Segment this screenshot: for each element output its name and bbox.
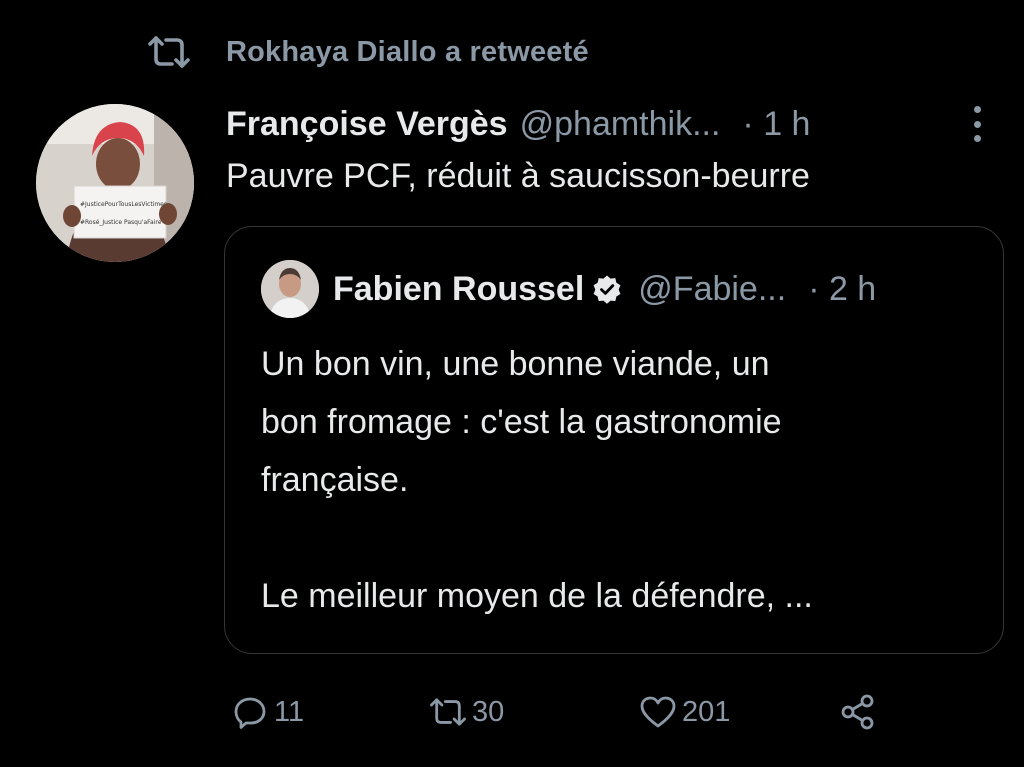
avatar-sign-line2: #Rosé_Justice Pasqu'aFaire xyxy=(80,219,162,226)
tweet-actions: 11 30 201 xyxy=(226,686,946,738)
more-options-icon[interactable] xyxy=(970,106,984,142)
heart-icon xyxy=(636,690,680,734)
tweet-header: Françoise Vergès @phamthik... · 1 h xyxy=(226,100,994,148)
quoted-tweet-header: Fabien Roussel @Fabie... · 2 h xyxy=(261,259,983,319)
author-handle[interactable]: @phamthik... xyxy=(520,105,721,144)
verified-badge-icon xyxy=(592,273,624,305)
retweet-count: 30 xyxy=(472,695,505,728)
quoted-tweet-time[interactable]: · 2 h xyxy=(808,270,876,309)
share-button[interactable] xyxy=(836,686,880,738)
quoted-text-paragraph: Le meilleur moyen de la défendre, ... xyxy=(261,577,813,615)
quoted-author-avatar[interactable] xyxy=(261,260,319,318)
quoted-author-name[interactable]: Fabien Roussel xyxy=(333,270,584,309)
retweet-icon xyxy=(426,690,470,734)
retweet-icon xyxy=(146,35,192,69)
share-icon xyxy=(836,690,880,734)
quoted-text-line: française. xyxy=(261,461,409,499)
tweet-time[interactable]: · 1 h xyxy=(742,105,810,144)
retweet-button[interactable]: 30 xyxy=(426,686,504,738)
tweet-text: Pauvre PCF, réduit à saucisson-beurre xyxy=(226,157,810,195)
quoted-author-handle[interactable]: @Fabie... xyxy=(638,270,786,309)
quoted-tweet[interactable]: Fabien Roussel @Fabie... · 2 h Un bon vi… xyxy=(224,226,1004,654)
like-count: 201 xyxy=(682,695,731,728)
author-name[interactable]: Françoise Vergès xyxy=(226,105,508,144)
reply-count: 11 xyxy=(274,695,305,728)
like-button[interactable]: 201 xyxy=(636,686,730,738)
reply-button[interactable]: 11 xyxy=(228,686,304,738)
avatar-sign-line1: #JusticePourTousLesVictimes xyxy=(80,201,167,208)
quoted-tweet-text: Un bon vin, une bonne viande, un bon fro… xyxy=(261,335,961,625)
reply-icon xyxy=(228,690,272,734)
retweet-context-label: Rokhaya Diallo a retweeté xyxy=(226,35,589,68)
quoted-text-line: Un bon vin, une bonne viande, un xyxy=(261,345,770,383)
quoted-text-line: bon fromage : c'est la gastronomie xyxy=(261,403,782,441)
retweet-context[interactable]: Rokhaya Diallo a retweeté xyxy=(146,32,589,72)
author-avatar[interactable]: #JusticePourTousLesVictimes #Rosé_Justic… xyxy=(36,104,194,262)
